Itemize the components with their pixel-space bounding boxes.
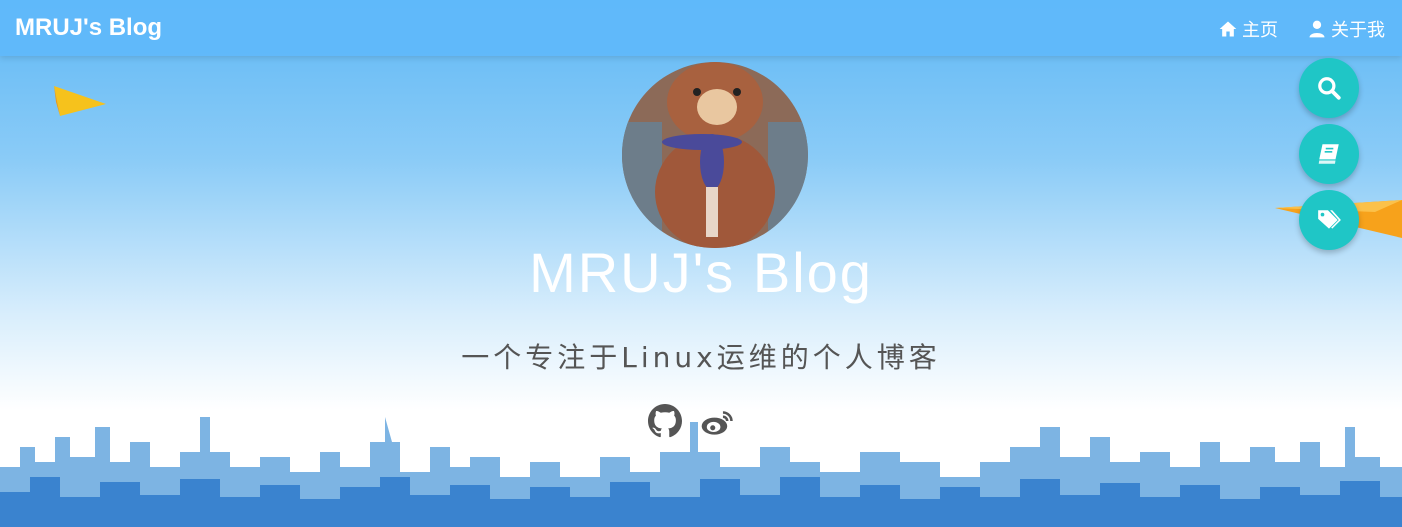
tags-button[interactable] (1299, 190, 1359, 250)
site-tagline: 一个专注于Linux运维的个人博客 (461, 341, 941, 374)
home-icon (1219, 21, 1237, 37)
book-icon (1318, 144, 1339, 164)
brand-link[interactable]: MRUJ's Blog (15, 14, 162, 42)
nav-home-label: 主页 (1242, 20, 1278, 40)
user-icon (1309, 20, 1325, 38)
search-icon (1318, 77, 1341, 100)
nav-home[interactable]: 主页 (1218, 16, 1278, 42)
nav-about[interactable]: 关于我 (1307, 16, 1385, 42)
avatar (622, 62, 808, 248)
archive-button[interactable] (1299, 124, 1359, 184)
top-navbar: MRUJ's Blog 主页 关于我 (0, 0, 1402, 56)
weibo-icon[interactable] (700, 404, 734, 443)
search-button[interactable] (1299, 58, 1359, 118)
tags-icon (1318, 210, 1341, 229)
site-title: MRUJ's Blog (529, 241, 873, 304)
hero-background: MRUJ's Blog 一个专注于Linux运维的个人博客 (0, 0, 1402, 527)
github-icon[interactable] (648, 404, 682, 443)
kite-decoration-left (54, 86, 106, 116)
nav-about-label: 关于我 (1331, 20, 1385, 40)
